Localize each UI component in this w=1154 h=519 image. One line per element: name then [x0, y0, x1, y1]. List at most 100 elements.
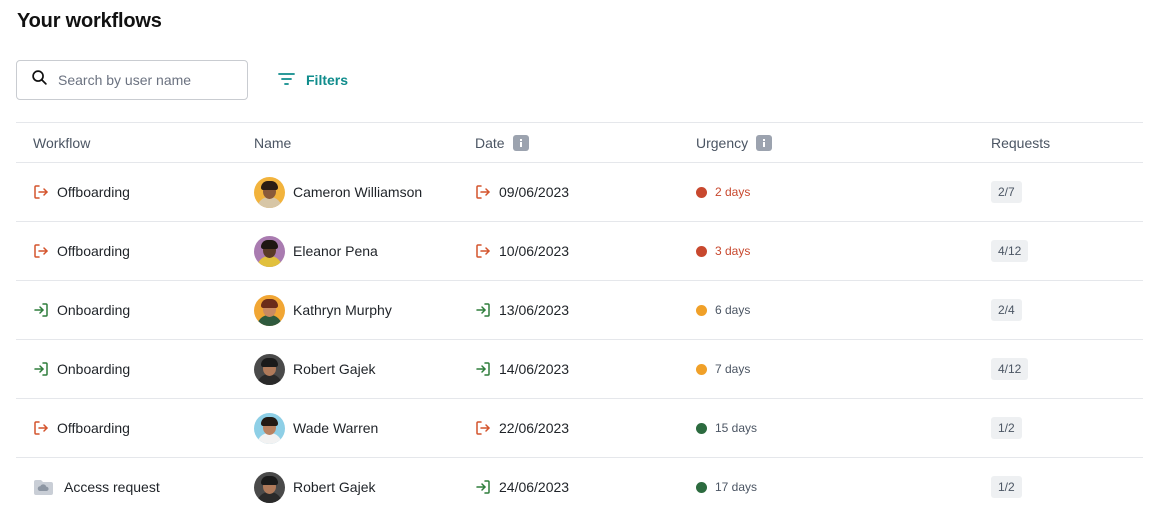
enter-icon	[33, 302, 49, 318]
requests-cell: 1/2	[991, 458, 1022, 516]
exit-icon	[475, 243, 491, 259]
date-cell: 10/06/2023	[475, 222, 569, 280]
avatar	[254, 471, 285, 503]
avatar	[254, 235, 285, 267]
urgency-dot	[696, 422, 707, 434]
header-date-label: Date	[475, 135, 505, 151]
enter-icon	[475, 479, 491, 495]
workflow-cell: Onboarding	[33, 340, 130, 398]
info-icon[interactable]	[512, 135, 529, 151]
urgency-dot	[696, 481, 707, 493]
search-input[interactable]	[58, 72, 228, 88]
date-cell: 09/06/2023	[475, 163, 569, 221]
table-row[interactable]: Offboarding Wade Warren 22/06/2023 15 da…	[16, 399, 1143, 458]
enter-icon	[475, 361, 491, 377]
urgency-value: 3 days	[715, 244, 751, 258]
urgency-value: 6 days	[715, 303, 751, 317]
requests-badge: 4/12	[991, 240, 1029, 262]
urgency-cell: 7 days	[696, 340, 750, 398]
name-cell: Robert Gajek	[254, 458, 375, 516]
header-urgency[interactable]: Urgency	[696, 123, 773, 163]
urgency-cell: 3 days	[696, 222, 750, 280]
avatar	[254, 353, 285, 385]
date-value: 24/06/2023	[499, 479, 570, 495]
workflow-cell: Offboarding	[33, 399, 130, 457]
avatar	[254, 294, 285, 326]
urgency-dot	[696, 186, 707, 198]
filter-icon	[278, 72, 306, 89]
table-row[interactable]: Access request Robert Gajek 24/06/2023 1…	[16, 458, 1143, 517]
user-name: Eleanor Pena	[293, 243, 378, 259]
avatar	[254, 412, 285, 444]
date-cell: 22/06/2023	[475, 399, 569, 457]
urgency-dot	[696, 363, 707, 375]
urgency-cell: 6 days	[696, 281, 750, 339]
date-cell: 24/06/2023	[475, 458, 569, 516]
workflow-cell: Onboarding	[33, 281, 130, 339]
date-cell: 13/06/2023	[475, 281, 569, 339]
page-title: Your workflows	[17, 10, 162, 32]
header-date[interactable]: Date	[475, 123, 529, 163]
folder-cloud-icon	[33, 479, 54, 496]
exit-icon	[33, 184, 49, 200]
table-row[interactable]: Onboarding Kathryn Murphy 13/06/2023 6 d…	[16, 281, 1143, 340]
name-cell: Eleanor Pena	[254, 222, 378, 280]
date-value: 10/06/2023	[499, 243, 570, 259]
table-row[interactable]: Onboarding Robert Gajek 14/06/2023 7 day…	[16, 340, 1143, 399]
workflow-label: Onboarding	[57, 361, 131, 377]
search-icon	[31, 69, 48, 91]
workflow-cell: Offboarding	[33, 163, 130, 221]
name-cell: Kathryn Murphy	[254, 281, 392, 339]
exit-icon	[475, 420, 491, 436]
requests-cell: 2/4	[991, 281, 1022, 339]
user-name: Robert Gajek	[293, 361, 376, 377]
requests-cell: 2/7	[991, 163, 1022, 221]
name-cell: Wade Warren	[254, 399, 378, 457]
search-box[interactable]	[16, 60, 248, 100]
info-icon[interactable]	[756, 135, 773, 151]
requests-badge: 1/2	[991, 476, 1022, 498]
urgency-dot	[696, 304, 707, 316]
workflow-label: Offboarding	[57, 184, 130, 200]
user-name: Kathryn Murphy	[293, 302, 392, 318]
requests-badge: 2/4	[991, 299, 1022, 321]
urgency-value: 7 days	[715, 362, 751, 376]
workflow-label: Offboarding	[57, 420, 130, 436]
urgency-dot	[696, 245, 707, 257]
date-cell: 14/06/2023	[475, 340, 569, 398]
urgency-value: 17 days	[715, 480, 758, 494]
requests-badge: 1/2	[991, 417, 1022, 439]
table-row[interactable]: Offboarding Eleanor Pena 10/06/2023 3 da…	[16, 222, 1143, 281]
urgency-value: 15 days	[715, 421, 758, 435]
workflows-table: Workflow Name Date Urgency Requests Offb…	[16, 122, 1143, 517]
table-row[interactable]: Offboarding Cameron Williamson 09/06/202…	[16, 163, 1143, 222]
date-value: 13/06/2023	[499, 302, 570, 318]
requests-badge: 2/7	[991, 181, 1022, 203]
user-name: Cameron Williamson	[293, 184, 423, 200]
exit-icon	[475, 184, 491, 200]
header-urgency-label: Urgency	[696, 135, 749, 151]
header-requests[interactable]: Requests	[991, 123, 1050, 163]
urgency-value: 2 days	[715, 185, 751, 199]
date-value: 09/06/2023	[499, 184, 570, 200]
urgency-cell: 15 days	[696, 399, 757, 457]
requests-cell: 4/12	[991, 340, 1029, 398]
avatar	[254, 176, 285, 208]
exit-icon	[33, 243, 49, 259]
enter-icon	[475, 302, 491, 318]
exit-icon	[33, 420, 49, 436]
filters-button[interactable]: Filters	[278, 68, 348, 92]
requests-cell: 4/12	[991, 222, 1029, 280]
table-header: Workflow Name Date Urgency Requests	[16, 123, 1143, 163]
workflow-cell: Access request	[33, 458, 160, 516]
filters-label: Filters	[306, 72, 349, 88]
name-cell: Cameron Williamson	[254, 163, 422, 221]
name-cell: Robert Gajek	[254, 340, 375, 398]
header-workflow[interactable]: Workflow	[33, 123, 90, 163]
workflow-label: Access request	[64, 479, 160, 495]
enter-icon	[33, 361, 49, 377]
header-name[interactable]: Name	[254, 123, 291, 163]
date-value: 22/06/2023	[499, 420, 570, 436]
user-name: Wade Warren	[293, 420, 379, 436]
requests-cell: 1/2	[991, 399, 1022, 457]
